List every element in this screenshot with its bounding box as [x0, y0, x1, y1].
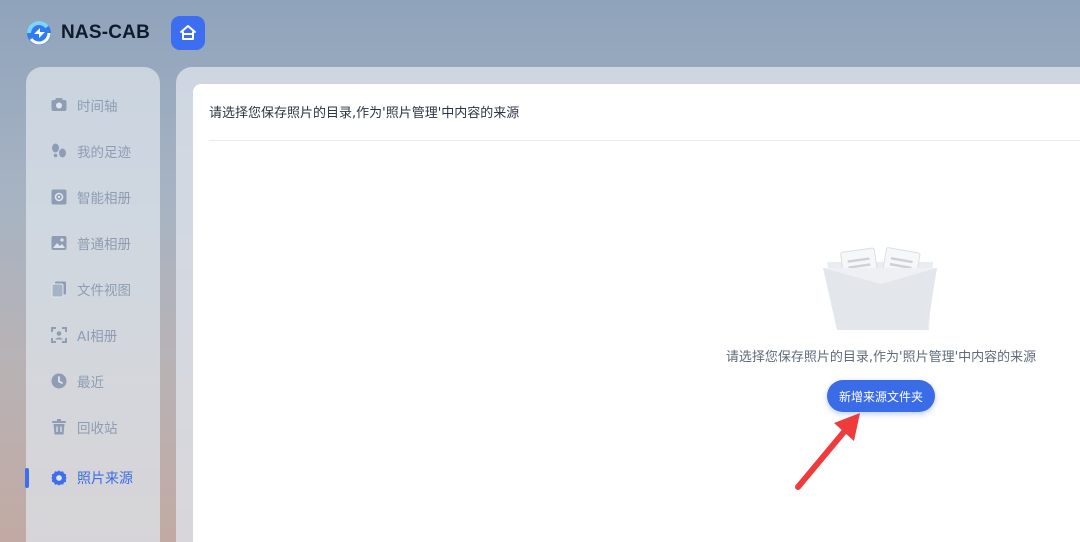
- sidebar-item-label: 文件视图: [77, 283, 131, 299]
- empty-message: 请选择您保存照片的目录,作为'照片管理'中内容的来源: [725, 350, 1037, 365]
- sidebar-item-footprints[interactable]: 我的足迹: [26, 135, 160, 167]
- face-scan-icon: [50, 326, 68, 344]
- sidebar-item-label: 我的足迹: [77, 145, 131, 161]
- smart-album-icon: [50, 188, 68, 206]
- image-icon: [50, 234, 68, 252]
- sidebar-item-photo-source[interactable]: 照片来源: [25, 462, 160, 494]
- page-title: 请选择您保存照片的目录,作为'照片管理'中内容的来源: [209, 106, 520, 121]
- empty-box-icon: [823, 247, 937, 330]
- logo-icon: [27, 21, 51, 45]
- sidebar-item-label: 最近: [77, 375, 104, 391]
- camera-icon: [50, 96, 68, 114]
- sidebar-item-label: 照片来源: [77, 471, 133, 487]
- active-indicator: [25, 468, 29, 488]
- footprints-icon: [50, 142, 68, 160]
- main-card: 请选择您保存照片的目录,作为'照片管理'中内容的来源: [193, 84, 1080, 542]
- sidebar-item-label: AI相册: [77, 329, 118, 345]
- sidebar-item-trash[interactable]: 回收站: [26, 411, 160, 443]
- sidebar-item-label: 普通相册: [77, 237, 131, 253]
- app-brand: NAS-CAB: [25, 19, 150, 47]
- sidebar-item-album[interactable]: 普通相册: [26, 227, 160, 259]
- app-name: NAS-CAB: [61, 22, 151, 43]
- clock-icon: [50, 372, 68, 390]
- trash-icon: [50, 418, 68, 436]
- annotation-arrow-icon: [795, 413, 860, 490]
- files-icon: [50, 280, 68, 298]
- divider: [209, 140, 1080, 141]
- home-button[interactable]: [171, 16, 205, 50]
- sidebar-item-recent[interactable]: 最近: [26, 365, 160, 397]
- gear-icon: [50, 469, 68, 487]
- sidebar-item-timeline[interactable]: 时间轴: [26, 89, 160, 121]
- sidebar-item-label: 智能相册: [77, 191, 131, 207]
- sidebar-item-label: 回收站: [77, 421, 118, 437]
- sidebar-item-file-view[interactable]: 文件视图: [26, 273, 160, 305]
- sidebar: 时间轴 我的足迹 智能相册 普通相册 文件视图 AI相册 最近 回收站 照片来源: [25, 67, 160, 542]
- sidebar-item-label: 时间轴: [77, 99, 118, 115]
- sidebar-item-smart-album[interactable]: 智能相册: [26, 181, 160, 213]
- home-icon: [180, 25, 196, 40]
- sidebar-item-ai-album[interactable]: AI相册: [26, 319, 160, 351]
